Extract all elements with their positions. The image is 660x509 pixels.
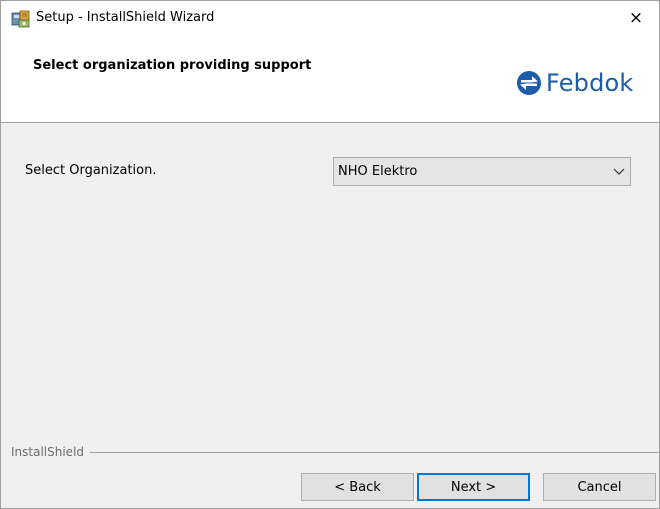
back-button[interactable]: < Back bbox=[301, 473, 414, 501]
close-icon[interactable]: × bbox=[629, 8, 643, 28]
chevron-down-icon[interactable] bbox=[608, 161, 630, 183]
page-title: Select organization providing support bbox=[33, 58, 312, 73]
header-banner: Select organization providing support Fe… bbox=[1, 35, 659, 123]
organization-select-value[interactable]: NHO Elektro bbox=[338, 164, 608, 179]
installshield-branding: InstallShield bbox=[11, 444, 659, 460]
brand-text: InstallShield bbox=[11, 445, 85, 459]
brand-divider bbox=[90, 451, 659, 453]
organization-label: Select Organization. bbox=[25, 163, 157, 178]
content-area: Select Organization. NHO Elektro bbox=[1, 124, 659, 444]
close-button[interactable]: × bbox=[613, 1, 659, 35]
logo-text: Febdok bbox=[546, 69, 634, 97]
installshield-setup-icon bbox=[11, 10, 30, 28]
title-bar: Setup - InstallShield Wizard × bbox=[1, 1, 659, 35]
window-title: Setup - InstallShield Wizard bbox=[36, 10, 215, 25]
next-button[interactable]: Next > bbox=[417, 473, 530, 501]
febdok-logo: Febdok bbox=[516, 69, 634, 97]
cancel-button[interactable]: Cancel bbox=[543, 473, 656, 501]
installer-window: Setup - InstallShield Wizard × Select or… bbox=[0, 0, 660, 509]
organization-select[interactable]: NHO Elektro bbox=[333, 157, 631, 186]
febdok-logo-icon bbox=[517, 71, 541, 95]
